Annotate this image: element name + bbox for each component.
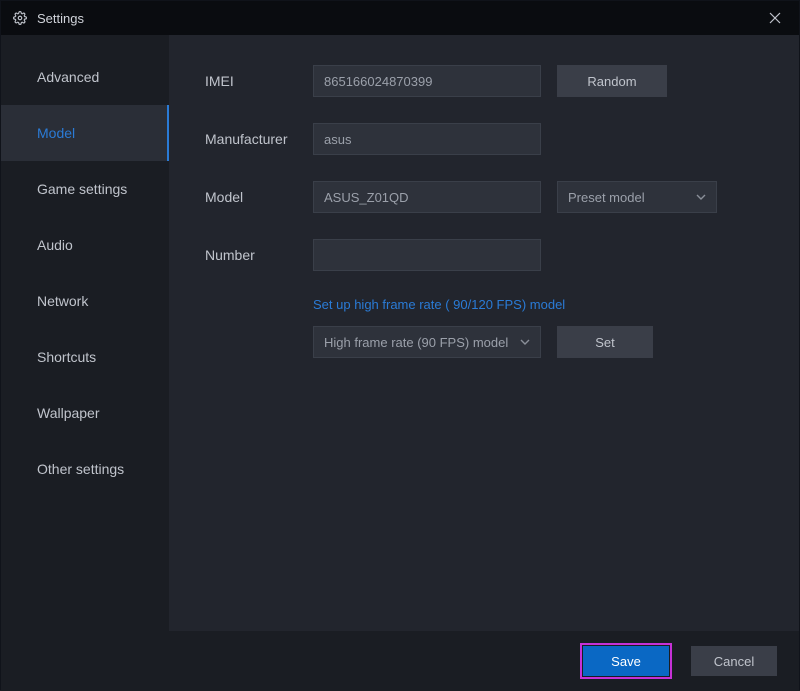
content-pane: IMEI Random Manufacturer Model Preset mo… <box>169 35 799 631</box>
close-button[interactable] <box>759 4 791 32</box>
imei-input[interactable] <box>313 65 541 97</box>
sidebar-item-label: Other settings <box>37 461 124 477</box>
imei-label: IMEI <box>205 73 313 89</box>
sidebar-item-audio[interactable]: Audio <box>1 217 169 273</box>
save-button[interactable]: Save <box>583 646 669 676</box>
sidebar-item-label: Model <box>37 125 75 141</box>
sidebar-item-shortcuts[interactable]: Shortcuts <box>1 329 169 385</box>
model-label: Model <box>205 189 313 205</box>
sidebar-item-model[interactable]: Model <box>1 105 169 161</box>
titlebar: Settings <box>1 1 799 35</box>
chevron-down-icon <box>696 194 706 200</box>
sidebar-item-game-settings[interactable]: Game settings <box>1 161 169 217</box>
sidebar-item-label: Audio <box>37 237 73 253</box>
frame-rate-value: High frame rate (90 FPS) model <box>324 335 508 350</box>
footer: Save Cancel <box>1 631 799 691</box>
sidebar-item-other-settings[interactable]: Other settings <box>1 441 169 497</box>
sidebar-item-label: Advanced <box>37 69 99 85</box>
chevron-down-icon <box>520 339 530 345</box>
random-button[interactable]: Random <box>557 65 667 97</box>
manufacturer-input[interactable] <box>313 123 541 155</box>
sidebar-item-label: Game settings <box>37 181 127 197</box>
manufacturer-label: Manufacturer <box>205 131 313 147</box>
sidebar-item-advanced[interactable]: Advanced <box>1 49 169 105</box>
sidebar-item-label: Shortcuts <box>37 349 96 365</box>
set-button[interactable]: Set <box>557 326 653 358</box>
sidebar: Advanced Model Game settings Audio Netwo… <box>1 35 169 631</box>
frame-rate-select[interactable]: High frame rate (90 FPS) model <box>313 326 541 358</box>
sidebar-item-label: Network <box>37 293 88 309</box>
window-title: Settings <box>37 11 84 26</box>
high-frame-rate-link[interactable]: Set up high frame rate ( 90/120 FPS) mod… <box>313 297 763 312</box>
sidebar-item-wallpaper[interactable]: Wallpaper <box>1 385 169 441</box>
gear-icon <box>13 11 27 25</box>
number-input[interactable] <box>313 239 541 271</box>
cancel-button[interactable]: Cancel <box>691 646 777 676</box>
preset-model-select[interactable]: Preset model <box>557 181 717 213</box>
close-icon <box>769 12 781 24</box>
preset-model-value: Preset model <box>568 190 645 205</box>
number-label: Number <box>205 247 313 263</box>
model-input[interactable] <box>313 181 541 213</box>
sidebar-item-label: Wallpaper <box>37 405 100 421</box>
sidebar-item-network[interactable]: Network <box>1 273 169 329</box>
